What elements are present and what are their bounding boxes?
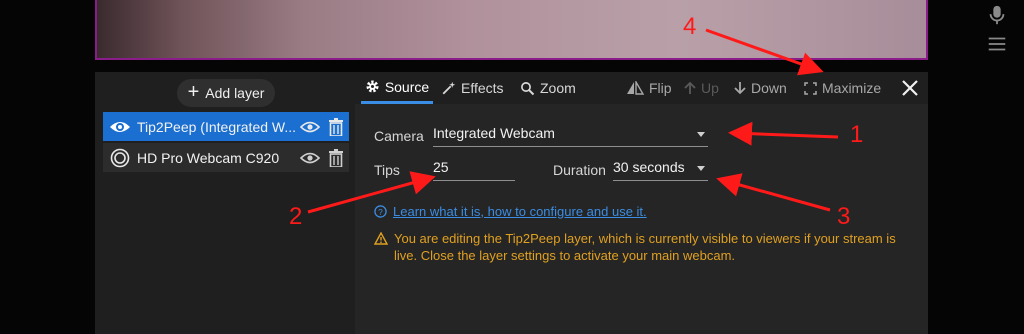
add-layer-label: Add layer [205, 85, 265, 101]
tips-value: 25 [433, 159, 449, 175]
maximize-label: Maximize [822, 80, 882, 96]
help-link[interactable]: Learn what it is, how to configure and u… [393, 204, 647, 219]
menu-icon[interactable] [986, 33, 1008, 55]
annotation-number-4: 4 [683, 13, 697, 40]
tab-source-label: Source [384, 78, 430, 95]
layer-row-tip2peep[interactable]: Tip2Peep (Integrated W... [103, 112, 349, 141]
plus-icon: + [187, 81, 200, 103]
camera-label: Camera [374, 128, 424, 144]
tab-effects[interactable]: Effects [441, 72, 504, 104]
warning-icon [374, 232, 388, 245]
annotation-number-3: 3 [837, 203, 851, 230]
arrow-down-icon [734, 82, 746, 95]
flip-icon [627, 81, 644, 95]
camera-value: Integrated Webcam [433, 125, 555, 141]
close-icon[interactable] [900, 78, 920, 98]
tips-input[interactable]: 25 [433, 159, 515, 181]
visibility-icon[interactable] [297, 151, 323, 165]
chevron-down-icon [697, 166, 705, 171]
duration-label: Duration [553, 162, 606, 178]
tab-zoom[interactable]: Zoom [520, 72, 576, 104]
trash-icon[interactable] [323, 117, 349, 136]
add-layer-button[interactable]: + Add layer [177, 79, 275, 107]
gear-icon [366, 80, 379, 93]
chevron-down-icon [697, 132, 705, 137]
warning-text: You are editing the Tip2Peep layer, whic… [394, 231, 896, 263]
video-preview [95, 0, 928, 60]
magic-wand-icon [442, 81, 456, 94]
warning-message: You are editing the Tip2Peep layer, whic… [374, 230, 909, 264]
tab-zoom-label: Zoom [540, 80, 576, 96]
layers-list: + Add layer Tip2Peep (Integrated W... HD… [95, 72, 355, 334]
webcam-icon [103, 148, 137, 168]
layer-settings-panel: + Add layer Tip2Peep (Integrated W... HD… [95, 72, 928, 334]
up-button[interactable]: Up [684, 72, 719, 104]
maximize-icon [804, 81, 817, 95]
trash-icon[interactable] [323, 148, 349, 167]
duration-select[interactable]: 30 seconds [613, 159, 708, 181]
magnify-icon [521, 81, 535, 95]
tab-effects-label: Effects [461, 80, 504, 96]
arrow-up-icon [684, 81, 696, 94]
layer-name: HD Pro Webcam C920 [137, 149, 280, 166]
help-row: ? Learn what it is, how to configure and… [374, 204, 647, 219]
camera-select[interactable]: Integrated Webcam [433, 125, 708, 147]
annotation-number-1: 1 [850, 121, 864, 148]
layer-row-hd-pro[interactable]: HD Pro Webcam C920 [103, 143, 349, 172]
duration-value: 30 seconds [613, 159, 685, 175]
flip-label: Flip [649, 80, 672, 96]
help-circle-icon: ? [374, 205, 387, 218]
flip-button[interactable]: Flip [626, 72, 672, 104]
tips-label: Tips [374, 162, 400, 178]
right-rail [969, 0, 1024, 70]
down-button[interactable]: Down [734, 72, 787, 104]
settings-tabs: Source Effects Zoom Flip Up Down Maximiz… [355, 72, 928, 104]
annotation-number-2: 2 [289, 203, 303, 230]
down-label: Down [751, 80, 787, 96]
up-label: Up [701, 80, 719, 96]
tab-source[interactable]: Source [361, 72, 433, 104]
svg-text:?: ? [378, 207, 383, 217]
maximize-button[interactable]: Maximize [804, 72, 881, 104]
microphone-icon[interactable] [986, 4, 1008, 26]
layer-name: Tip2Peep (Integrated W... [137, 118, 297, 135]
visibility-icon[interactable] [297, 120, 323, 134]
eye-icon [103, 119, 137, 135]
